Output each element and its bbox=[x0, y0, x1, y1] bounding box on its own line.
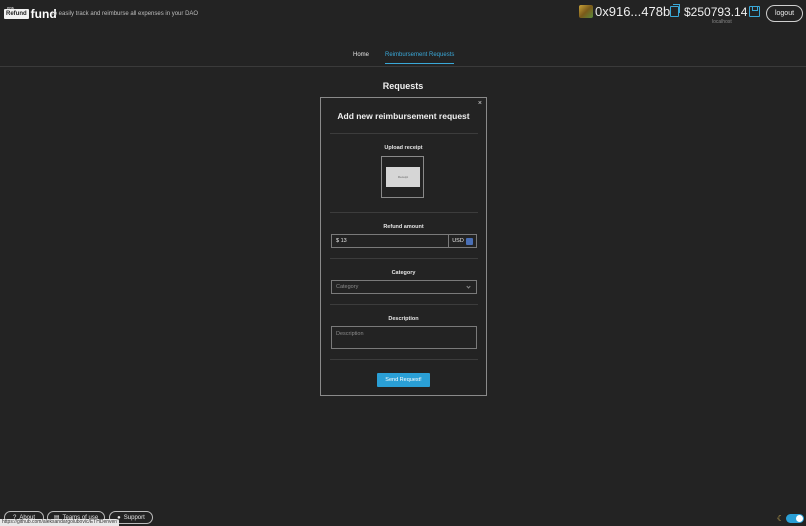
status-bar-url: https://github.com/aleksandargolubovic/E… bbox=[0, 519, 120, 526]
new-request-modal: × Add new reimbursement request Upload r… bbox=[320, 97, 487, 396]
tagline: to easily track and reimburse all expens… bbox=[52, 11, 199, 17]
blockie-avatar-icon bbox=[579, 5, 593, 18]
app-logo[interactable]: ens Refund fund bbox=[4, 5, 57, 21]
wallet-address[interactable]: 0x916...478b bbox=[595, 4, 670, 19]
copy-icon[interactable] bbox=[670, 4, 680, 17]
divider bbox=[330, 359, 478, 360]
logo-tiny-text: ens bbox=[7, 5, 14, 10]
category-label: Category bbox=[391, 270, 416, 276]
wallet-balance: $250793.14 bbox=[684, 5, 748, 19]
receipt-upload[interactable]: Receipt bbox=[381, 156, 424, 198]
category-select[interactable]: Category bbox=[331, 280, 477, 294]
modal-title: Add new reimbursement request bbox=[337, 111, 470, 121]
support-label: Support bbox=[123, 514, 145, 521]
amount-row: $ 13 USD bbox=[331, 234, 477, 248]
receipt-thumbnail: Receipt bbox=[386, 167, 420, 187]
tab-home[interactable]: Home bbox=[353, 52, 369, 63]
page-title: Requests bbox=[382, 81, 424, 91]
currency-icon bbox=[465, 237, 473, 245]
theme-toggle[interactable] bbox=[786, 514, 804, 523]
app-header: ens Refund fund to easily track and reim… bbox=[0, 0, 806, 30]
send-request-button[interactable]: Send Request! bbox=[377, 373, 430, 387]
divider bbox=[330, 133, 478, 134]
receipt-thumb-text: Receipt bbox=[397, 175, 409, 179]
nav-divider bbox=[0, 66, 806, 67]
save-icon[interactable] bbox=[749, 6, 760, 17]
logout-button[interactable]: logout bbox=[766, 5, 803, 22]
close-icon[interactable]: × bbox=[478, 100, 482, 107]
network-label: localhost bbox=[712, 19, 732, 25]
amount-input[interactable]: $ 13 bbox=[331, 234, 448, 248]
logo-badge: ens Refund bbox=[4, 5, 29, 19]
chevron-down-icon bbox=[466, 284, 471, 289]
currency-select[interactable]: USD bbox=[448, 234, 477, 248]
main-nav: Home Reimbursement Requests bbox=[0, 52, 806, 66]
divider bbox=[330, 304, 478, 305]
description-field[interactable]: Description bbox=[331, 326, 477, 349]
amount-label: Refund amount bbox=[383, 224, 424, 230]
tab-reimbursement-requests[interactable]: Reimbursement Requests bbox=[385, 52, 455, 64]
divider bbox=[330, 258, 478, 259]
description-label: Description bbox=[388, 316, 419, 322]
divider bbox=[330, 212, 478, 213]
category-placeholder: Category bbox=[336, 284, 359, 290]
currency-label: USD bbox=[452, 238, 464, 244]
upload-label: Upload receipt bbox=[384, 145, 423, 151]
moon-icon: ☾ bbox=[777, 514, 785, 523]
